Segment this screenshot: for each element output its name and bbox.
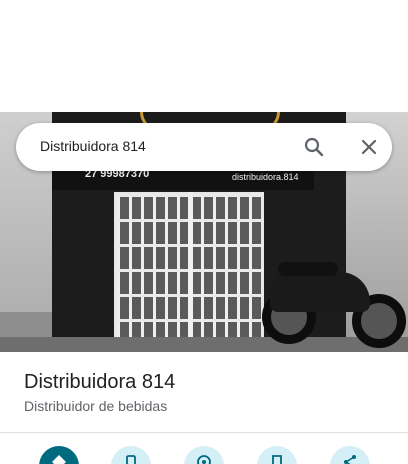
nearby-button[interactable] <box>184 446 224 464</box>
photo-motorcycle <box>270 272 370 312</box>
phone-icon <box>126 455 136 464</box>
directions-icon <box>52 455 66 464</box>
photo-floor <box>0 337 408 352</box>
search-input[interactable]: Distribuidora 814 <box>40 138 146 154</box>
nearby-icon <box>197 455 211 464</box>
divider <box>0 432 408 433</box>
call-button[interactable] <box>111 446 151 464</box>
search-icon[interactable] <box>302 135 326 159</box>
search-bar[interactable]: Distribuidora 814 <box>16 123 392 171</box>
save-button[interactable] <box>257 446 297 464</box>
top-blank-area <box>0 0 408 112</box>
photo-sign-handle: distribuidora.814 <box>232 172 299 182</box>
share-icon <box>344 455 356 464</box>
photo-motorcycle-seat <box>278 262 338 276</box>
save-icon <box>272 455 282 464</box>
photo-gate-divider <box>188 192 193 344</box>
place-category: Distribuidor de bebidas <box>24 398 168 414</box>
directions-button[interactable] <box>39 446 79 464</box>
close-icon[interactable] <box>357 135 381 159</box>
place-title: Distribuidora 814 <box>24 371 176 393</box>
share-button[interactable] <box>330 446 370 464</box>
